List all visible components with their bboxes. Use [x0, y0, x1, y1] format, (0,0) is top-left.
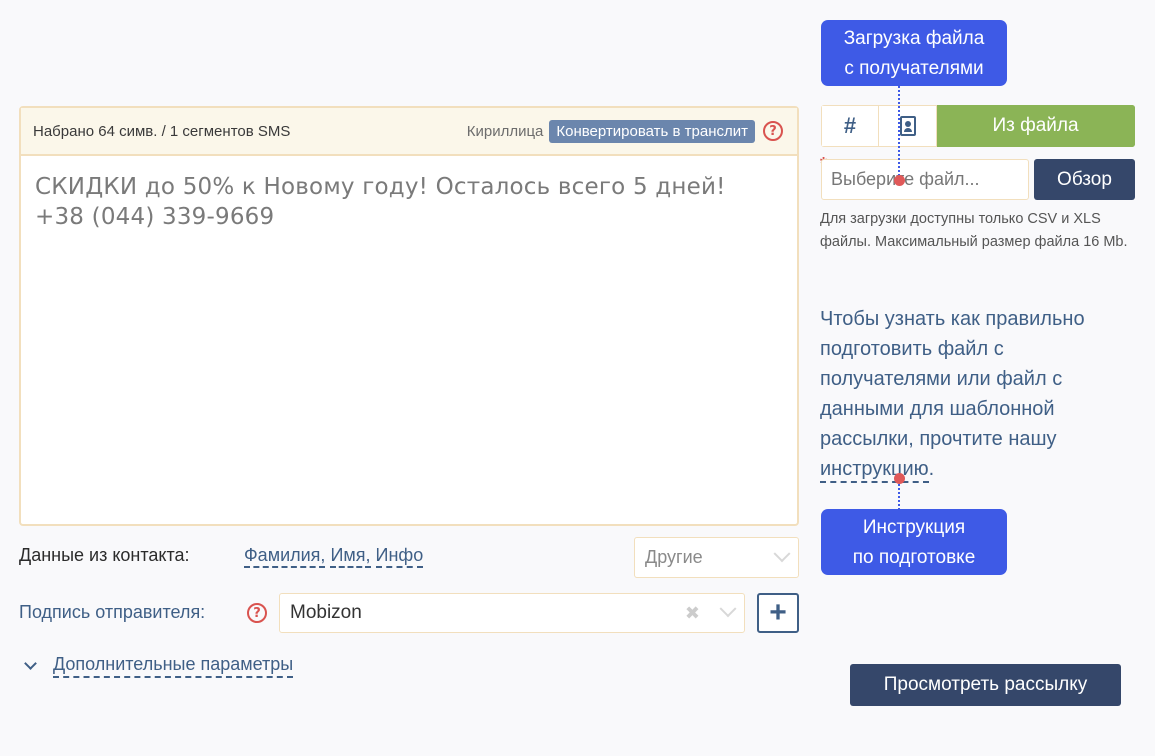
callout-line: с получателями: [844, 58, 984, 79]
callout-dot: [894, 175, 905, 186]
other-fields-select[interactable]: Другие: [634, 537, 799, 578]
callout-line: по подготовке: [852, 547, 976, 568]
toggle-contacts[interactable]: [879, 105, 937, 147]
extra-params-link[interactable]: Дополнительные параметры: [53, 654, 294, 678]
toggle-from-file[interactable]: Из файла: [937, 105, 1135, 147]
contact-data-links: Фамилия, Имя, Инфо: [244, 545, 424, 568]
insert-first-name-link[interactable]: Имя,: [330, 545, 371, 568]
preview-mailing-button[interactable]: Просмотреть рассылку: [850, 664, 1121, 706]
message-textarea[interactable]: СКИДКИ до 50% к Новому году! Осталось вс…: [21, 156, 797, 248]
chevron-down-icon: [773, 544, 791, 562]
convert-transliteration-button[interactable]: Конвертировать в транслит: [549, 119, 755, 143]
sender-label: Подпись отправителя:: [19, 602, 206, 622]
instruction-link[interactable]: инструкцию: [820, 458, 929, 483]
recipients-source-toggle: # Из файла: [821, 105, 1135, 147]
callout-dot: [894, 473, 905, 484]
browse-button[interactable]: Обзор: [1034, 159, 1135, 200]
contact-data-label: Данные из контакта:: [19, 545, 190, 565]
add-sender-button[interactable]: +: [757, 593, 799, 633]
instruction-text: Чтобы узнать как правильно подготовить ф…: [820, 304, 1140, 484]
callout-connector: [898, 86, 900, 180]
callout-connector: [898, 480, 900, 510]
character-counter: Набрано 64 симв. / 1 сегментов SMS: [33, 122, 291, 140]
callout-line: Инструкция: [862, 517, 966, 538]
file-input-placeholder: Выберите файл...: [831, 169, 980, 189]
file-input[interactable]: Выберите файл...: [821, 159, 1029, 200]
instruction-body: Чтобы узнать как правильно подготовить ф…: [820, 308, 1085, 450]
callout-line: Загрузка файла: [843, 28, 985, 49]
alphabet-label: Кириллица: [466, 122, 544, 140]
clear-icon[interactable]: ✖: [685, 603, 700, 624]
chevron-down-icon: [719, 600, 737, 618]
callout-instruction: Инструкция по подготовке: [821, 509, 1007, 575]
extra-params-toggle[interactable]: Дополнительные параметры: [24, 654, 294, 678]
message-line: +38 (044) 339-9669: [35, 204, 275, 230]
chevron-down-icon: [24, 657, 37, 670]
sender-help-icon[interactable]: ?: [247, 603, 267, 623]
instruction-end: .: [928, 458, 935, 480]
help-icon[interactable]: ?: [763, 121, 783, 141]
message-header: Набрано 64 симв. / 1 сегментов SMS Кирил…: [21, 108, 797, 156]
sender-select[interactable]: Mobizon ✖: [279, 593, 745, 633]
contact-book-icon: [899, 116, 916, 136]
file-hint: Для загрузки доступны только CSV и XLS ф…: [820, 211, 1128, 250]
sender-value: Mobizon: [290, 602, 362, 623]
message-line: СКИДКИ до 50% к Новому году! Осталось вс…: [35, 174, 726, 200]
insert-last-name-link[interactable]: Фамилия,: [244, 545, 326, 568]
callout-upload-file: Загрузка файла с получателями: [821, 20, 1007, 86]
toggle-manual-numbers[interactable]: #: [821, 105, 879, 147]
message-panel: Набрано 64 симв. / 1 сегментов SMS Кирил…: [19, 106, 799, 526]
other-fields-placeholder: Другие: [645, 547, 703, 567]
insert-info-link[interactable]: Инфо: [375, 545, 424, 568]
